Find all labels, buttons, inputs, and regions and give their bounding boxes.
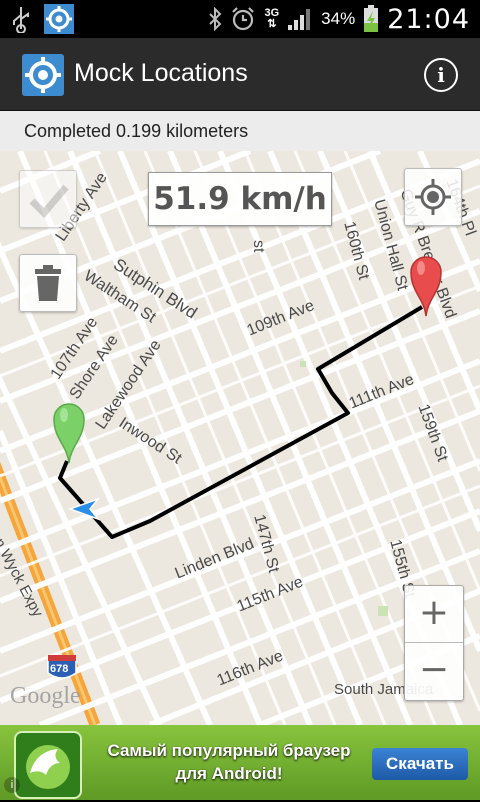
street-label: st	[250, 240, 267, 253]
ad-text: Самый популярный браузер для Android!	[84, 739, 374, 785]
network-3g-icon: 3G ⇅	[264, 7, 280, 30]
app-title: Mock Locations	[74, 59, 248, 87]
my-location-button[interactable]	[404, 168, 462, 226]
ad-line-1: Самый популярный браузер	[107, 741, 351, 760]
info-button[interactable]: i	[424, 58, 458, 92]
clock: 21:04	[387, 3, 470, 35]
ad-download-button[interactable]: Скачать	[372, 748, 468, 780]
map-view[interactable]: Liberty Ave Sutphin Blvd Waltham St st 1…	[0, 151, 480, 725]
signal-icon	[288, 9, 311, 30]
bluetooth-icon	[209, 7, 222, 31]
trash-icon	[35, 265, 61, 301]
my-location-icon	[415, 179, 451, 215]
alarm-icon	[232, 7, 255, 31]
ad-line-2: для Android!	[175, 764, 283, 783]
dolphin-browser-logo-icon	[14, 731, 82, 799]
completed-distance-text: Completed 0.199 kilometers	[24, 121, 249, 141]
zoom-in-button[interactable]: +	[405, 586, 463, 643]
mock-location-icon	[44, 4, 74, 34]
ad-info-icon[interactable]: i	[4, 777, 20, 793]
checkmark-icon	[29, 184, 69, 219]
speed-display: 51.9 km/h	[148, 172, 332, 226]
progress-status: Completed 0.199 kilometers	[0, 111, 480, 152]
delete-button[interactable]	[19, 254, 77, 312]
usb-icon	[13, 7, 29, 33]
zoom-out-button[interactable]: −	[405, 643, 463, 699]
ad-banner[interactable]: Самый популярный браузер для Android! Ск…	[0, 725, 480, 800]
status-bar: 3G ⇅ 34% 21:04	[0, 0, 480, 38]
highway-shield-number: 678	[50, 663, 69, 675]
zoom-controls: + −	[404, 585, 464, 701]
current-location-arrow-icon	[68, 497, 100, 521]
battery-percent: 34%	[321, 9, 356, 28]
battery-charging-icon	[364, 5, 379, 32]
confirm-button[interactable]	[19, 170, 77, 228]
action-bar: Mock Locations i	[0, 38, 480, 111]
google-attribution: Google	[10, 683, 81, 709]
app-logo-icon[interactable]	[22, 54, 64, 96]
start-pin-icon[interactable]	[52, 401, 86, 465]
end-pin-icon[interactable]	[409, 254, 443, 318]
